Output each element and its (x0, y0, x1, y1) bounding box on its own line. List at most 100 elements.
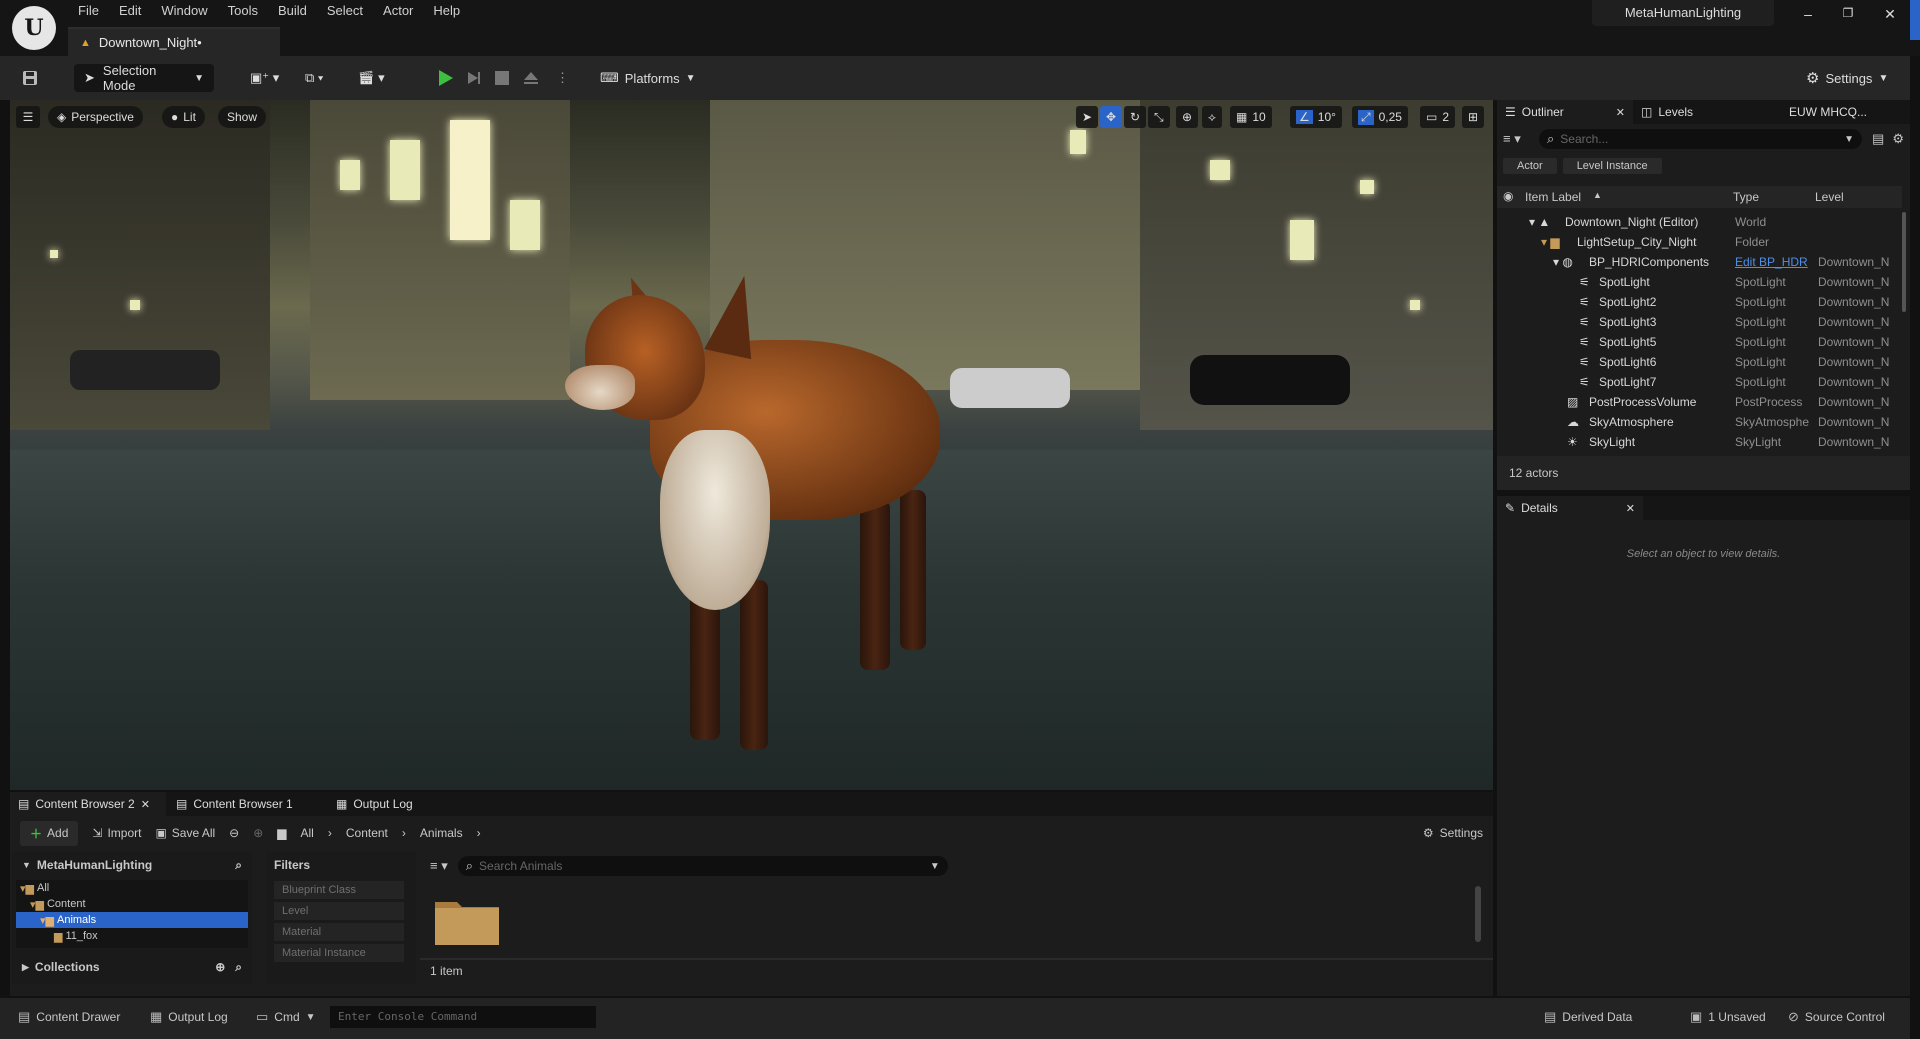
menu-select[interactable]: Select (317, 0, 373, 22)
menu-file[interactable]: File (68, 0, 109, 22)
world-space-icon[interactable]: ⊕ (1176, 106, 1199, 128)
eye-icon[interactable]: ◉ (1503, 189, 1513, 203)
path-content[interactable]: Content (346, 826, 388, 840)
outliner-scrollbar[interactable] (1902, 212, 1906, 312)
save-all-button[interactable]: ▣ Save All (155, 826, 215, 840)
level-viewport[interactable]: ☰ ◈ Perspective ● Lit Show ➤ ✥ ↻ ⤡ ⊕ ⟡ ▦… (10, 100, 1493, 790)
menu-build[interactable]: Build (268, 0, 317, 22)
unsaved-button[interactable]: ▣ 1 Unsaved (1690, 1009, 1766, 1025)
perspective-button[interactable]: ◈ Perspective (48, 106, 143, 128)
close-button[interactable]: ✕ (1878, 6, 1902, 26)
lit-button[interactable]: ● Lit (162, 106, 205, 128)
outliner-row[interactable]: ⚟ SpotLight6 SpotLight Downtown_N (1497, 352, 1902, 372)
select-tool-icon[interactable]: ➤ (1076, 106, 1099, 128)
edit-blueprint-link[interactable]: Edit BP_HDR (1735, 255, 1811, 269)
outliner-row[interactable]: ☀ SkyLight SkyLight Downtown_N (1497, 432, 1902, 452)
chevron-right-icon[interactable]: › (477, 826, 481, 840)
folder-tile-11-fox[interactable] (434, 896, 500, 946)
close-icon[interactable]: ✕ (141, 798, 150, 811)
menu-help[interactable]: Help (423, 0, 470, 22)
outliner-row[interactable]: ☁ SkyAtmosphere SkyAtmosphe Downtown_N (1497, 412, 1902, 432)
level-tab[interactable]: ▲ Downtown_Night• (68, 27, 280, 56)
tree-root[interactable]: ▼ MetaHumanLighting ⌕ (12, 852, 252, 878)
outliner-row[interactable]: ⚟ SpotLight5 SpotLight Downtown_N (1497, 332, 1902, 352)
filter-level-instance-chip[interactable]: Level Instance (1562, 158, 1662, 174)
selection-mode-button[interactable]: ➤ Selection Mode ▼ (74, 63, 214, 93)
path-all[interactable]: All (301, 826, 314, 840)
show-button[interactable]: Show (218, 106, 267, 128)
filter-icon[interactable]: ≡ ▾ (430, 858, 448, 874)
filter-level[interactable]: Level (274, 902, 404, 920)
filter-material[interactable]: Material (274, 923, 404, 941)
asset-search-input[interactable]: ⌕ Search Animals ▼ (457, 856, 948, 876)
surface-snap-icon[interactable]: ⟡ (1202, 106, 1222, 128)
outliner-row[interactable]: ▾ ◍ BP_HDRIComponents Edit BP_HDR Downto… (1497, 252, 1902, 272)
gear-icon[interactable]: ⚙ (1892, 131, 1904, 147)
collections-header[interactable]: ▶ Collections ⊕ ⌕ (12, 954, 252, 980)
search-icon[interactable]: ⌕ (235, 858, 242, 873)
outliner-row[interactable]: ⚟ SpotLight2 SpotLight Downtown_N (1497, 292, 1902, 312)
source-control-button[interactable]: ⊘ Source Control (1788, 1009, 1885, 1025)
restore-button[interactable]: ❐ (1836, 6, 1860, 26)
camera-speed-button[interactable]: ▭ 2 (1420, 106, 1456, 128)
content-drawer-button[interactable]: ▤ Content Drawer (18, 1009, 120, 1025)
outliner-row[interactable]: ⚟ SpotLight7 SpotLight Downtown_N (1497, 372, 1902, 392)
tree-item-content[interactable]: ▾▆ Content (16, 896, 248, 912)
rotate-tool-icon[interactable]: ↻ (1124, 106, 1147, 128)
outliner-search-input[interactable]: ⌕ Search... ▼ (1539, 129, 1863, 149)
output-log-button[interactable]: ▦ Output Log (150, 1009, 228, 1025)
new-folder-icon[interactable]: ▤ (1872, 131, 1884, 147)
close-icon[interactable]: ✕ (1626, 502, 1635, 515)
add-actor-button[interactable]: ▣⁺ ▾ (250, 64, 279, 92)
outliner-row[interactable]: ⚟ SpotLight SpotLight Downtown_N (1497, 272, 1902, 292)
tab-levels[interactable]: ◫ Levels (1633, 100, 1781, 124)
tree-item-all[interactable]: ▾▆ All (16, 880, 248, 896)
filter-blueprint-class[interactable]: Blueprint Class (274, 881, 404, 899)
tree-item-animals[interactable]: ▾▆ Animals (16, 912, 248, 928)
cmd-button[interactable]: ▭ Cmd ▼ (256, 1009, 316, 1025)
menu-window[interactable]: Window (151, 0, 217, 22)
tab-details[interactable]: ✎ Details ✕ (1497, 496, 1643, 520)
cb-settings-button[interactable]: ⚙ Settings (1423, 826, 1483, 840)
console-input[interactable]: Enter Console Command (330, 1006, 596, 1028)
filter-material-instance[interactable]: Material Instance (274, 944, 404, 962)
path-animals[interactable]: Animals (420, 826, 463, 840)
forward-icon[interactable]: ⊕ (253, 826, 263, 840)
rotation-snap-button[interactable]: ∠ 10° (1290, 106, 1342, 128)
menu-actor[interactable]: Actor (373, 0, 423, 22)
col-level[interactable]: Level (1815, 190, 1844, 204)
outliner-row[interactable]: ▾ ▲ Downtown_Night (Editor) World (1497, 212, 1902, 232)
outliner-row[interactable]: ▨ PostProcessVolume PostProcess Downtown… (1497, 392, 1902, 412)
minimize-button[interactable]: – (1796, 6, 1820, 26)
tab-content-browser-1[interactable]: ▤ Content Browser 1 (166, 792, 326, 816)
derived-data-button[interactable]: ▤ Derived Data (1544, 1009, 1632, 1025)
col-type[interactable]: Type (1733, 190, 1759, 204)
tab-euw[interactable]: EUW MHCQ... (1781, 100, 1867, 124)
tab-content-browser-2[interactable]: ▤ Content Browser 2 ✕ (10, 792, 166, 816)
advance-frame-button[interactable] (466, 64, 482, 92)
import-button[interactable]: ⇲ Import (92, 826, 141, 840)
add-button[interactable]: ＋ Add (20, 820, 79, 846)
menu-tools[interactable]: Tools (218, 0, 268, 22)
settings-button[interactable]: ⚙ Settings ▼ (1806, 64, 1888, 92)
blueprint-button[interactable]: ⧉ ▾ (305, 64, 323, 92)
filter-actor-chip[interactable]: Actor (1503, 158, 1557, 174)
scale-snap-button[interactable]: ⤢ 0,25 (1352, 106, 1408, 128)
add-collection-icon[interactable]: ⊕ (215, 960, 225, 974)
col-item-label[interactable]: Item Label (1525, 190, 1581, 204)
platforms-button[interactable]: ⌨ Platforms ▼ (600, 64, 696, 92)
scale-tool-icon[interactable]: ⤡ (1148, 106, 1170, 128)
filter-icon[interactable]: ≡ ▾ (1503, 131, 1539, 147)
menu-edit[interactable]: Edit (109, 0, 151, 22)
tab-outliner[interactable]: ☰ Outliner ✕ (1497, 100, 1633, 124)
grid-snap-button[interactable]: ▦ 10 (1230, 106, 1272, 128)
close-icon[interactable]: ✕ (1616, 106, 1625, 119)
chevron-right-icon[interactable]: › (328, 826, 332, 840)
viewport-menu-icon[interactable]: ☰ (16, 106, 40, 128)
play-button[interactable] (436, 64, 454, 92)
more-options-icon[interactable]: ⋮ (556, 64, 569, 92)
translate-tool-icon[interactable]: ✥ (1100, 106, 1123, 128)
stop-button[interactable] (495, 64, 509, 92)
outliner-row[interactable]: ▾ ▆ LightSetup_City_Night Folder (1497, 232, 1902, 252)
back-icon[interactable]: ⊖ (229, 826, 239, 840)
